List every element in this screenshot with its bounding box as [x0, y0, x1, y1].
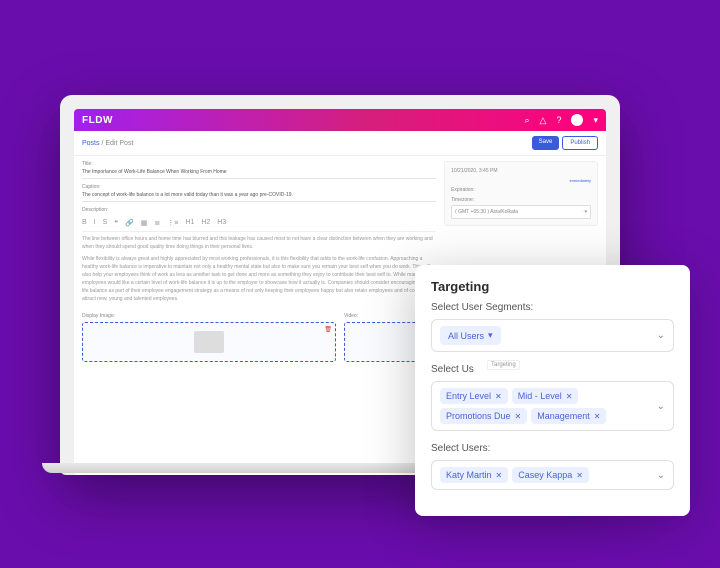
chevron-down-icon: ▾ — [488, 330, 493, 341]
bold-icon[interactable]: B — [82, 219, 87, 227]
users-chip-row: Katy Martin ✕ Casey Kappa ✕ — [440, 467, 651, 483]
image-thumbnail — [194, 331, 224, 353]
image-icon[interactable]: ▦ — [141, 219, 148, 227]
image-upload-label: Display Image: — [82, 313, 336, 319]
close-icon[interactable]: ✕ — [566, 392, 573, 401]
caption-label: Caption: — [82, 184, 436, 190]
list-icon[interactable]: ≣ — [154, 219, 160, 227]
close-icon[interactable]: ✕ — [515, 412, 522, 421]
user-chip[interactable]: Casey Kappa ✕ — [512, 467, 589, 483]
user-chip[interactable]: Katy Martin ✕ — [440, 467, 508, 483]
schedule-datetime-row: 10/21/2020, 3:45 PM — [451, 168, 591, 174]
chevron-down-icon: · ▾ — [581, 209, 587, 215]
breadcrumb-current: Edit Post — [105, 140, 133, 147]
left-column: Title: The Importance of Work-Life Balan… — [82, 161, 436, 308]
chip-label: Katy Martin — [446, 470, 492, 480]
chip-label: All Users — [448, 331, 484, 341]
description-editor[interactable]: The line between office hours and home t… — [82, 235, 436, 303]
quote-icon[interactable]: ❝ — [114, 219, 118, 227]
strike-icon[interactable]: S — [103, 219, 108, 227]
immediately-row: Immediately — [451, 178, 591, 183]
action-buttons: Save Publish — [532, 136, 598, 150]
group-chip[interactable]: Mid - Level ✕ — [512, 388, 579, 404]
breadcrumb-sep: / — [101, 140, 103, 147]
chip-label: Entry Level — [446, 391, 491, 401]
title-input[interactable]: The Importance of Work-Life Balance When… — [82, 169, 436, 179]
chevron-down-icon[interactable]: ▾ — [593, 115, 598, 126]
chevron-down-icon[interactable]: ⌄ — [657, 470, 665, 481]
groups-label: Select Us Targeting — [431, 364, 674, 375]
users-select[interactable]: Katy Martin ✕ Casey Kappa ✕ ⌄ — [431, 460, 674, 490]
chip-label: Casey Kappa — [518, 470, 572, 480]
timezone-label: Timezone: — [451, 197, 591, 203]
h2-icon[interactable]: H2 — [201, 219, 210, 227]
link-icon[interactable]: 🔗 — [125, 219, 134, 227]
image-upload-box: Display Image: 🗑 — [82, 313, 336, 362]
action-row: Posts / Edit Post Save Publish — [74, 131, 606, 156]
topbar: FLDW ⌕ △ ? ▾ — [74, 109, 606, 131]
groups-section: Select Us Targeting Entry Level ✕ Mid - L… — [431, 364, 674, 431]
expiration-row: Expiration: — [451, 187, 591, 193]
targeting-title: Targeting — [431, 279, 674, 294]
italic-icon[interactable]: I — [94, 219, 96, 227]
image-dropzone[interactable]: 🗑 — [82, 322, 336, 362]
timezone-value: ( GMT +05:30 ) Asia/Kolkata — [455, 209, 518, 215]
topbar-icons: ⌕ △ ? ▾ — [524, 114, 598, 126]
groups-chip-row: Entry Level ✕ Mid - Level ✕ Promotions Due… — [440, 388, 651, 424]
delete-image-icon[interactable]: 🗑 — [324, 326, 332, 333]
chevron-down-icon[interactable]: ⌄ — [657, 401, 665, 412]
schedule-datetime[interactable]: 10/21/2020, 3:45 PM — [451, 168, 497, 174]
editor-toolbar: B I S ❝ 🔗 ▦ ≣ ⋮≡ H1 H2 H3 — [82, 215, 436, 232]
avatar[interactable] — [571, 114, 583, 126]
users-section: Select Users: Katy Martin ✕ Casey Kappa ✕ … — [431, 443, 674, 490]
bell-icon[interactable]: △ — [540, 115, 547, 126]
timezone-select[interactable]: ( GMT +05:30 ) Asia/Kolkata · ▾ — [451, 205, 591, 219]
segments-label: Select User Segments: — [431, 302, 674, 313]
immediately-link[interactable]: Immediately — [569, 178, 591, 183]
help-icon[interactable]: ? — [556, 115, 561, 125]
segments-section: Select User Segments: All Users ▾ ⌄ — [431, 302, 674, 352]
numlist-icon[interactable]: ⋮≡ — [167, 219, 178, 227]
description-label: Description: — [82, 207, 436, 213]
body-paragraph: While flexibility is always great and hi… — [82, 255, 436, 303]
title-field: Title: The Importance of Work-Life Balan… — [82, 161, 436, 179]
caption-field: Caption: The concept of work-life balanc… — [82, 184, 436, 202]
chip-label: Promotions Due — [446, 411, 511, 421]
group-chip[interactable]: Entry Level ✕ — [440, 388, 508, 404]
brand-logo: FLDW — [82, 115, 113, 126]
breadcrumb: Posts / Edit Post — [82, 140, 133, 147]
targeting-tooltip: Targeting — [487, 360, 520, 370]
publish-button[interactable]: Publish — [562, 136, 598, 150]
groups-select[interactable]: Entry Level ✕ Mid - Level ✕ Promotions Due… — [431, 381, 674, 431]
chip-label: Management — [537, 411, 590, 421]
schedule-box: 10/21/2020, 3:45 PM Immediately Expirati… — [444, 161, 598, 226]
save-button[interactable]: Save — [532, 136, 560, 150]
description-field: Description: B I S ❝ 🔗 ▦ ≣ ⋮≡ H1 H2 H3 — [82, 207, 436, 303]
title-label: Title: — [82, 161, 436, 167]
breadcrumb-root[interactable]: Posts — [82, 140, 100, 147]
search-icon[interactable]: ⌕ — [524, 115, 529, 126]
h1-icon[interactable]: H1 — [185, 219, 194, 227]
chip-label: Mid - Level — [518, 391, 562, 401]
h3-icon[interactable]: H3 — [217, 219, 226, 227]
group-chip[interactable]: Promotions Due ✕ — [440, 408, 527, 424]
close-icon[interactable]: ✕ — [594, 412, 601, 421]
body-paragraph: The line between office hours and home t… — [82, 235, 436, 251]
users-label: Select Users: — [431, 443, 674, 454]
groups-label-text: Select Us — [431, 364, 474, 375]
all-users-chip[interactable]: All Users ▾ — [440, 326, 501, 345]
expiration-label: Expiration: — [451, 187, 475, 193]
targeting-panel: Targeting Select User Segments: All User… — [415, 265, 690, 516]
close-icon[interactable]: ✕ — [496, 471, 503, 480]
close-icon[interactable]: ✕ — [576, 471, 583, 480]
group-chip[interactable]: Management ✕ — [531, 408, 606, 424]
chevron-down-icon[interactable]: ⌄ — [657, 330, 665, 341]
close-icon[interactable]: ✕ — [495, 392, 502, 401]
segments-select[interactable]: All Users ▾ ⌄ — [431, 319, 674, 352]
caption-input[interactable]: The concept of work-life balance is a lo… — [82, 192, 436, 202]
